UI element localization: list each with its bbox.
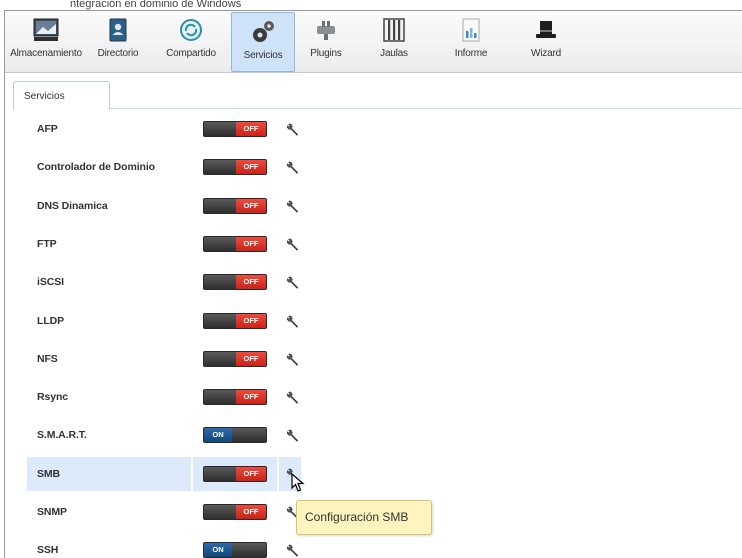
service-toggle[interactable]: OFF: [203, 159, 267, 176]
wrench-icon[interactable]: [285, 159, 301, 175]
service-toggle[interactable]: OFF: [203, 504, 267, 520]
toggle-state-label: OFF: [236, 122, 266, 136]
wrench-icon[interactable]: [285, 427, 301, 443]
toolbar-services-button[interactable]: Servicios: [231, 12, 295, 72]
jails-icon: [380, 16, 408, 44]
service-row: FTP OFF: [27, 227, 301, 261]
wrench-icon[interactable]: [285, 121, 301, 137]
toolbar-plugins-label: Plugins: [310, 48, 342, 59]
wrench-icon[interactable]: [285, 198, 301, 214]
row-divider: [277, 456, 279, 491]
toolbar-jails-button[interactable]: Jaulas: [357, 11, 431, 73]
report-icon: [457, 16, 485, 44]
service-toggle[interactable]: ON: [203, 542, 267, 558]
wrench-icon[interactable]: [285, 313, 301, 329]
service-name: Controlador de Dominio: [37, 161, 155, 174]
service-name: SSH: [37, 544, 59, 557]
toolbar-report-label: Informe: [454, 48, 488, 59]
toggle-state-label: OFF: [236, 236, 266, 251]
toggle-state-label: OFF: [236, 198, 266, 213]
toggle-state-label: ON: [204, 428, 232, 443]
toolbar-wizard-button[interactable]: Wizard: [511, 11, 581, 73]
cropped-heading: ntegración en dominio de Windows: [70, 0, 242, 10]
wrench-icon[interactable]: [285, 542, 301, 558]
toolbar-services-label: Servicios: [243, 50, 283, 61]
wrench-icon[interactable]: [285, 274, 301, 290]
directory-icon: [104, 16, 132, 44]
service-toggle[interactable]: ON: [203, 427, 267, 444]
service-name: Rsync: [37, 391, 69, 404]
toolbar-jails-label: Jaulas: [380, 48, 408, 59]
toggle-state-label: OFF: [236, 505, 266, 519]
toolbar-storage-label: Almacenamiento: [10, 48, 82, 59]
service-name: LLDP: [37, 314, 65, 327]
toolbar-sharing-label: Compartido: [166, 48, 216, 59]
service-row: S.M.A.R.T. ON: [27, 418, 301, 452]
smb-config-tooltip: Configuración SMB: [296, 500, 432, 535]
service-row: SMB OFF: [27, 456, 301, 491]
service-name: SNMP: [37, 506, 67, 518]
service-name: NFS: [37, 352, 58, 365]
service-toggle[interactable]: OFF: [203, 465, 267, 482]
service-toggle[interactable]: OFF: [203, 197, 267, 214]
storage-icon: [32, 16, 60, 44]
service-name: DNS Dinamica: [37, 199, 108, 212]
toolbar-directory-label: Directorio: [97, 48, 139, 59]
row-divider: [191, 456, 193, 491]
tab-services[interactable]: Servicios: [13, 81, 110, 110]
toggle-state-label: OFF: [236, 351, 266, 366]
service-name: FTP: [37, 237, 57, 250]
sharing-icon: [177, 16, 205, 44]
toggle-state-label: OFF: [236, 313, 266, 328]
toggle-state-label: ON: [204, 543, 232, 558]
service-toggle[interactable]: OFF: [203, 121, 267, 137]
service-toggle[interactable]: OFF: [203, 350, 267, 367]
toolbar-directory-button[interactable]: Directorio: [85, 11, 151, 73]
toggle-state-label: OFF: [236, 466, 266, 481]
toolbar-sharing-button[interactable]: Compartido: [151, 11, 231, 73]
service-row: Rsync OFF: [27, 380, 301, 414]
service-name: SMB: [37, 467, 61, 480]
toolbar-wizard-label: Wizard: [531, 48, 561, 59]
service-row: SSH ON: [27, 533, 301, 558]
service-toggle[interactable]: OFF: [203, 235, 267, 252]
service-toggle[interactable]: OFF: [203, 274, 267, 291]
service-name: iSCSI: [37, 276, 64, 289]
main-toolbar: Almacenamiento Directorio Compartido Ser…: [5, 11, 742, 73]
service-toggle[interactable]: OFF: [203, 312, 267, 329]
service-row: SNMP OFF: [27, 495, 301, 529]
service-row: AFP OFF: [27, 112, 301, 146]
toggle-state-label: OFF: [236, 160, 266, 175]
wrench-icon[interactable]: [285, 389, 301, 405]
plugins-icon: [312, 16, 340, 44]
wizard-icon: [532, 16, 560, 44]
service-row: Controlador de Dominio OFF: [27, 150, 301, 184]
service-name: AFP: [37, 123, 58, 135]
service-row: NFS OFF: [27, 342, 301, 376]
toggle-state-label: OFF: [236, 275, 266, 290]
service-row: DNS Dinamica OFF: [27, 189, 301, 223]
toolbar-plugins-button[interactable]: Plugins: [295, 11, 357, 73]
service-row: LLDP OFF: [27, 304, 301, 338]
services-icon: [249, 18, 277, 46]
toolbar-storage-button[interactable]: Almacenamiento: [7, 11, 85, 73]
toggle-state-label: OFF: [236, 390, 266, 405]
tab-strip: Servicios: [13, 81, 742, 110]
freenas-window: Almacenamiento Directorio Compartido Ser…: [4, 10, 742, 558]
mouse-cursor-icon: [291, 473, 305, 492]
service-name: S.M.A.R.T.: [37, 429, 87, 442]
service-row: iSCSI OFF: [27, 265, 301, 299]
wrench-icon[interactable]: [285, 236, 301, 252]
service-toggle[interactable]: OFF: [203, 389, 267, 406]
toolbar-report-button[interactable]: Informe: [431, 11, 511, 73]
wrench-icon[interactable]: [285, 351, 301, 367]
